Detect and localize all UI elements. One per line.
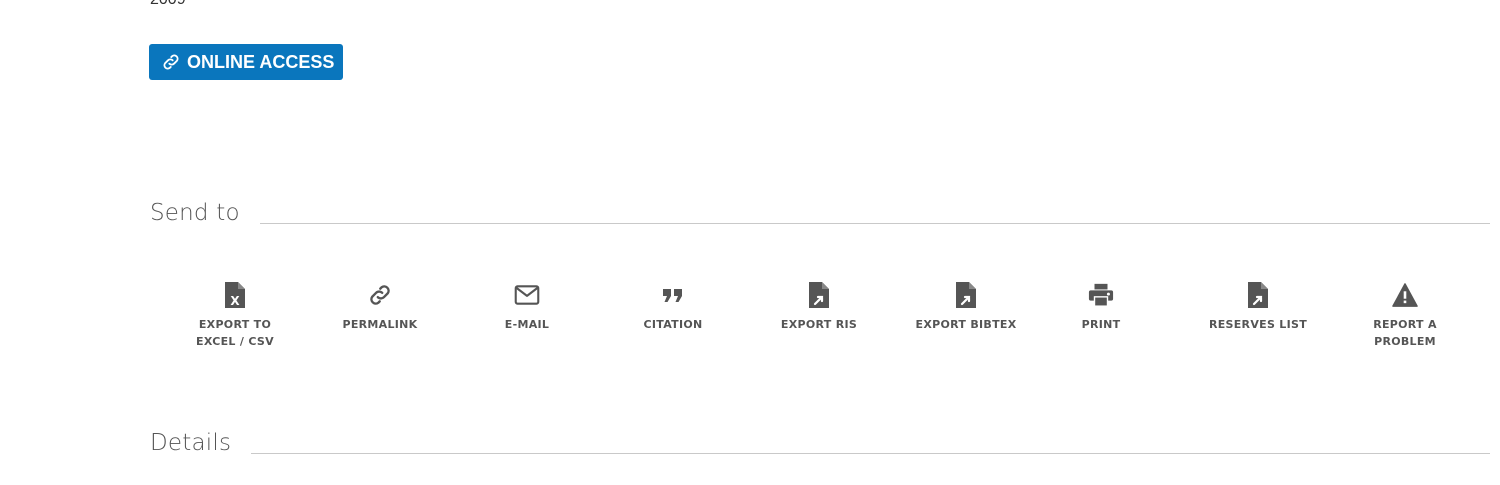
reserves-list-action[interactable]: RESERVES LIST xyxy=(1193,280,1323,333)
envelope-icon xyxy=(514,280,540,310)
email-action[interactable]: E-MAIL xyxy=(462,280,592,333)
action-label: PERMALINK xyxy=(342,318,418,331)
send-to-actions: X EXPORT TO EXCEL / CSV PERMALINK E-MAIL xyxy=(0,280,1500,360)
citation-action[interactable]: CITATION xyxy=(608,280,738,333)
send-to-title: Send to xyxy=(150,200,240,226)
action-label: REPORT A PROBLEM xyxy=(1373,318,1437,348)
file-export-icon xyxy=(1245,280,1271,310)
action-label: CITATION xyxy=(643,318,703,331)
publication-year: 2009 xyxy=(150,0,186,10)
printer-icon xyxy=(1088,280,1114,310)
action-label: EXPORT BIBTEX xyxy=(915,318,1017,331)
online-access-label: ONLINE ACCESS xyxy=(187,51,335,72)
action-label: RESERVES LIST xyxy=(1208,318,1308,331)
report-problem-action[interactable]: REPORT A PROBLEM xyxy=(1340,280,1470,350)
send-to-header: Send to xyxy=(150,195,1490,227)
details-title: Details xyxy=(150,430,232,456)
action-label: E-MAIL xyxy=(504,318,550,331)
file-export-icon xyxy=(953,280,979,310)
export-excel-csv-action[interactable]: X EXPORT TO EXCEL / CSV xyxy=(170,280,300,350)
print-action[interactable]: PRINT xyxy=(1036,280,1166,333)
excel-file-icon: X xyxy=(222,280,248,310)
link-icon xyxy=(161,52,181,72)
quote-icon xyxy=(660,280,686,310)
action-label: EXPORT TO EXCEL / CSV xyxy=(196,318,274,348)
send-to-divider xyxy=(259,223,1490,224)
file-export-icon xyxy=(806,280,832,310)
online-access-button[interactable]: ONLINE ACCESS xyxy=(149,44,343,80)
svg-text:X: X xyxy=(230,294,240,308)
permalink-action[interactable]: PERMALINK xyxy=(315,280,445,333)
details-header: Details xyxy=(150,425,1490,457)
details-divider xyxy=(251,453,1490,454)
link-icon xyxy=(367,280,393,310)
action-label: EXPORT RIS xyxy=(780,318,858,331)
warning-icon xyxy=(1392,280,1418,310)
export-ris-action[interactable]: EXPORT RIS xyxy=(754,280,884,333)
export-bibtex-action[interactable]: EXPORT BIBTEX xyxy=(901,280,1031,333)
action-label: PRINT xyxy=(1081,318,1121,331)
